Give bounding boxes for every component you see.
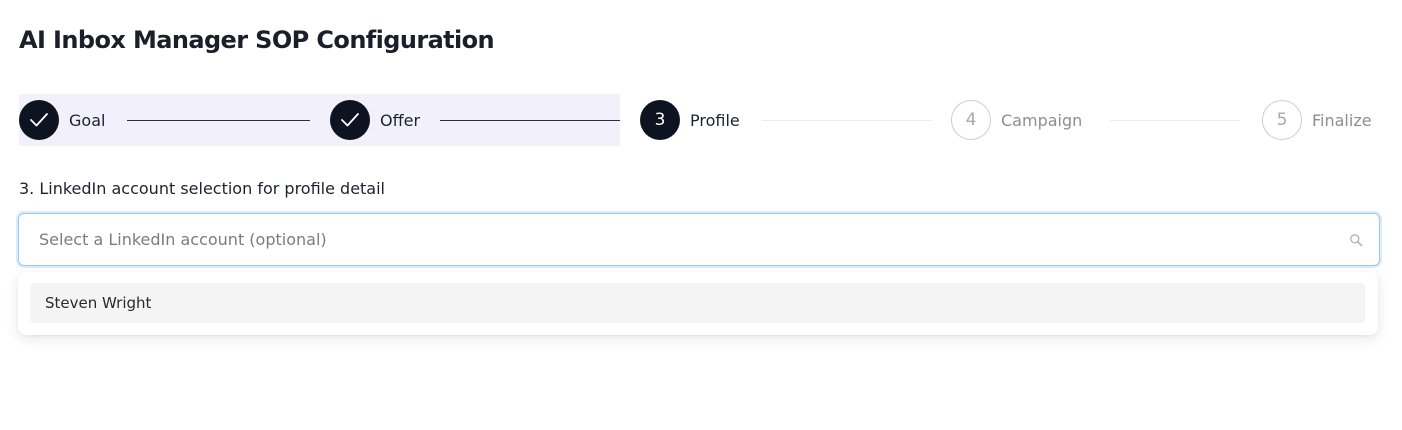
step-connector [440, 120, 620, 121]
step-goal[interactable]: Goal [19, 100, 105, 140]
step-finalize-label: Finalize [1312, 110, 1372, 130]
stepper: Goal Offer 3 Profile 4 Campaign 5 Finali… [19, 94, 1380, 146]
check-icon [341, 113, 359, 127]
step-goal-indicator [19, 100, 59, 140]
step-finalize[interactable]: 5 Finalize [1262, 100, 1372, 140]
step-goal-label: Goal [69, 110, 106, 130]
check-icon [30, 113, 48, 127]
linkedin-account-select[interactable] [18, 213, 1380, 266]
step-profile[interactable]: 3 Profile [640, 100, 740, 140]
page-title: AI Inbox Manager SOP Configuration [19, 26, 495, 54]
step-connector [762, 120, 932, 121]
search-icon [1350, 234, 1363, 247]
linkedin-account-dropdown: Steven Wright [18, 272, 1378, 335]
linkedin-account-search-input[interactable] [39, 214, 1319, 265]
step-campaign-label: Campaign [1001, 110, 1083, 130]
step-offer-indicator [330, 100, 370, 140]
step-profile-number: 3 [640, 100, 680, 140]
step-campaign[interactable]: 4 Campaign [951, 100, 1082, 140]
step-connector [127, 120, 310, 121]
step-profile-label: Profile [690, 110, 740, 130]
linkedin-account-label: 3. LinkedIn account selection for profil… [19, 179, 385, 198]
step-connector [1110, 120, 1240, 121]
step-campaign-number: 4 [951, 100, 991, 140]
step-offer-label: Offer [380, 110, 421, 130]
step-offer[interactable]: Offer [330, 100, 420, 140]
step-finalize-number: 5 [1262, 100, 1302, 140]
dropdown-option-steven-wright[interactable]: Steven Wright [30, 283, 1365, 323]
